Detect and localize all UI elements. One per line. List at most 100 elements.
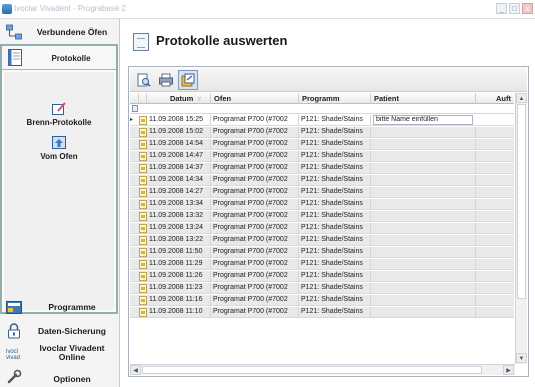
firing-protocol-icon xyxy=(52,102,66,115)
print-button[interactable] xyxy=(156,70,176,90)
column-header-programm[interactable]: Programm xyxy=(299,93,371,104)
table-row[interactable]: 11.09.2008 14:37 Programat P700 (#7002 P12… xyxy=(130,163,514,174)
cell-patient[interactable] xyxy=(371,295,476,305)
sidebar-item-daten-sicherung[interactable]: Daten-Sicherung xyxy=(0,319,118,343)
cell-auft xyxy=(476,175,514,185)
table-row[interactable]: 11.09.2008 14:34 Programat P700 (#7002 P12… xyxy=(130,175,514,186)
scroll-down-arrow-icon[interactable]: ▼ xyxy=(516,353,527,363)
row-indicator xyxy=(130,211,138,221)
protocol-file-icon xyxy=(139,116,147,125)
row-indicator xyxy=(130,259,138,269)
table-row[interactable]: 11.09.2008 11:29 Programat P700 (#7002 P12… xyxy=(130,259,514,270)
row-indicator xyxy=(130,139,138,149)
maximize-button[interactable]: □ xyxy=(509,3,520,14)
table-row[interactable]: 11.09.2008 11:26 Programat P700 (#7002 P12… xyxy=(130,271,514,282)
cell-patient[interactable] xyxy=(371,211,476,221)
programs-icon xyxy=(6,301,22,314)
cell-patient[interactable] xyxy=(371,199,476,209)
cell-patient[interactable] xyxy=(371,223,476,233)
protocol-file-icon xyxy=(139,212,147,221)
horizontal-scrollbar[interactable]: ◀ ▶ xyxy=(130,364,515,375)
cell-patient[interactable] xyxy=(371,127,476,137)
cell-patient[interactable] xyxy=(371,175,476,185)
cell-patient[interactable] xyxy=(371,259,476,269)
cell-patient[interactable] xyxy=(371,235,476,245)
cell-patient[interactable] xyxy=(371,271,476,281)
sidebar-item-label: Programme xyxy=(48,302,96,312)
horizontal-scroll-thumb[interactable] xyxy=(142,366,482,374)
cell-datum: 11.09.2008 11:23 xyxy=(147,283,211,293)
row-indicator xyxy=(130,247,138,257)
table-row[interactable]: ▸ 11.09.2008 15:25 Programat P700 (#7002 P1… xyxy=(130,115,514,126)
vertical-scrollbar[interactable]: ▲ ▼ xyxy=(515,93,527,364)
connected-furnaces-icon xyxy=(6,24,22,40)
table-row[interactable]: 11.09.2008 11:16 Programat P700 (#7002 P12… xyxy=(130,295,514,306)
cell-auft xyxy=(476,127,514,137)
column-header-datum[interactable]: Datum ▿ xyxy=(147,93,211,104)
cell-patient[interactable] xyxy=(371,187,476,197)
table-row[interactable]: 11.09.2008 11:10 Programat P700 (#7002 P12… xyxy=(130,307,514,318)
filter-row[interactable] xyxy=(130,104,514,114)
table-row[interactable]: 11.09.2008 13:22 Programat P700 (#7002 P12… xyxy=(130,235,514,246)
cell-patient[interactable] xyxy=(371,247,476,257)
cell-patient[interactable] xyxy=(371,151,476,161)
scroll-up-arrow-icon[interactable]: ▲ xyxy=(516,93,527,103)
row-indicator xyxy=(130,151,138,161)
table-row[interactable]: 11.09.2008 11:23 Programat P700 (#7002 P12… xyxy=(130,283,514,294)
cell-programm: P121: Shade/Stains xyxy=(299,271,371,281)
cell-auft xyxy=(476,271,514,281)
title-bar: Ivoclar Vivadent - Prograbase 2 _ □ x xyxy=(0,0,535,19)
table-row[interactable]: 11.09.2008 13:32 Programat P700 (#7002 P12… xyxy=(130,211,514,222)
column-header-patient[interactable]: Patient xyxy=(371,93,476,104)
protocols-icon xyxy=(8,49,22,66)
print-preview-button[interactable] xyxy=(134,70,154,90)
icon-column-header xyxy=(139,93,147,104)
row-indicator xyxy=(130,307,138,317)
subnav-item-brenn-protokolle[interactable]: Brenn-Protokolle xyxy=(4,102,114,127)
row-indicator xyxy=(130,127,138,137)
minimize-button[interactable]: _ xyxy=(496,3,507,14)
table-row[interactable]: 11.09.2008 14:27 Programat P700 (#7002 P12… xyxy=(130,187,514,198)
cell-patient[interactable] xyxy=(371,163,476,173)
table-row[interactable]: 11.09.2008 14:54 Programat P700 (#7002 P12… xyxy=(130,139,514,150)
cell-auft xyxy=(476,223,514,233)
print-preview-icon xyxy=(137,73,151,87)
window-title: Ivoclar Vivadent - Prograbase 2 xyxy=(14,4,126,13)
cell-auft xyxy=(476,199,514,209)
table-header: Datum ▿ Ofen Programm Patient Auft xyxy=(130,93,514,104)
patient-name-input[interactable]: bitte Name einfüllen xyxy=(373,115,473,125)
cell-datum: 11.09.2008 14:34 xyxy=(147,175,211,185)
cell-datum: 11.09.2008 14:54 xyxy=(147,139,211,149)
sidebar-item-protokolle[interactable]: Protokolle xyxy=(2,46,116,70)
cell-patient[interactable] xyxy=(371,283,476,293)
subnav-item-vom-ofen[interactable]: Vom Ofen xyxy=(4,136,114,161)
table-row[interactable]: 11.09.2008 15:02 Programat P700 (#7002 P12… xyxy=(130,127,514,138)
scroll-left-arrow-icon[interactable]: ◀ xyxy=(130,365,141,375)
sidebar-item-label: Optionen xyxy=(53,374,91,384)
cell-datum: 11.09.2008 14:27 xyxy=(147,187,211,197)
cell-ofen: Programat P700 (#7002 xyxy=(211,307,299,317)
table-row[interactable]: 11.09.2008 13:34 Programat P700 (#7002 P12… xyxy=(130,199,514,210)
table-row[interactable]: 11.09.2008 11:50 Programat P700 (#7002 P12… xyxy=(130,247,514,258)
export-button[interactable] xyxy=(178,70,198,90)
sidebar-item-optionen[interactable]: Optionen xyxy=(0,365,118,387)
row-indicator xyxy=(130,175,138,185)
scroll-right-arrow-icon[interactable]: ▶ xyxy=(503,365,514,375)
table-row[interactable]: 11.09.2008 13:24 Programat P700 (#7002 P12… xyxy=(130,223,514,234)
cell-patient[interactable] xyxy=(371,139,476,149)
sidebar-item-verbundene-oefen[interactable]: Verbundene Öfen xyxy=(0,20,118,44)
table-row[interactable]: 11.09.2008 14:47 Programat P700 (#7002 P12… xyxy=(130,151,514,162)
column-header-auft[interactable]: Auft xyxy=(476,93,514,104)
cell-ofen: Programat P700 (#7002 xyxy=(211,127,299,137)
cell-patient[interactable] xyxy=(371,307,476,317)
protocol-file-icon xyxy=(139,152,147,161)
cell-programm: P121: Shade/Stains xyxy=(299,259,371,269)
row-indicator xyxy=(130,271,138,281)
column-header-ofen[interactable]: Ofen xyxy=(211,93,299,104)
vertical-scroll-thumb[interactable] xyxy=(517,104,526,299)
sidebar-item-ivoclar-online[interactable]: ivocl vivad Ivoclar Vivadent Online xyxy=(0,341,118,365)
cell-datum: 11.09.2008 11:26 xyxy=(147,271,211,281)
protocols-table[interactable]: Datum ▿ Ofen Programm Patient Auft ▸ 11.09… xyxy=(130,93,527,376)
sidebar-item-programme[interactable]: Programme xyxy=(0,295,118,319)
close-button[interactable]: x xyxy=(522,3,533,14)
